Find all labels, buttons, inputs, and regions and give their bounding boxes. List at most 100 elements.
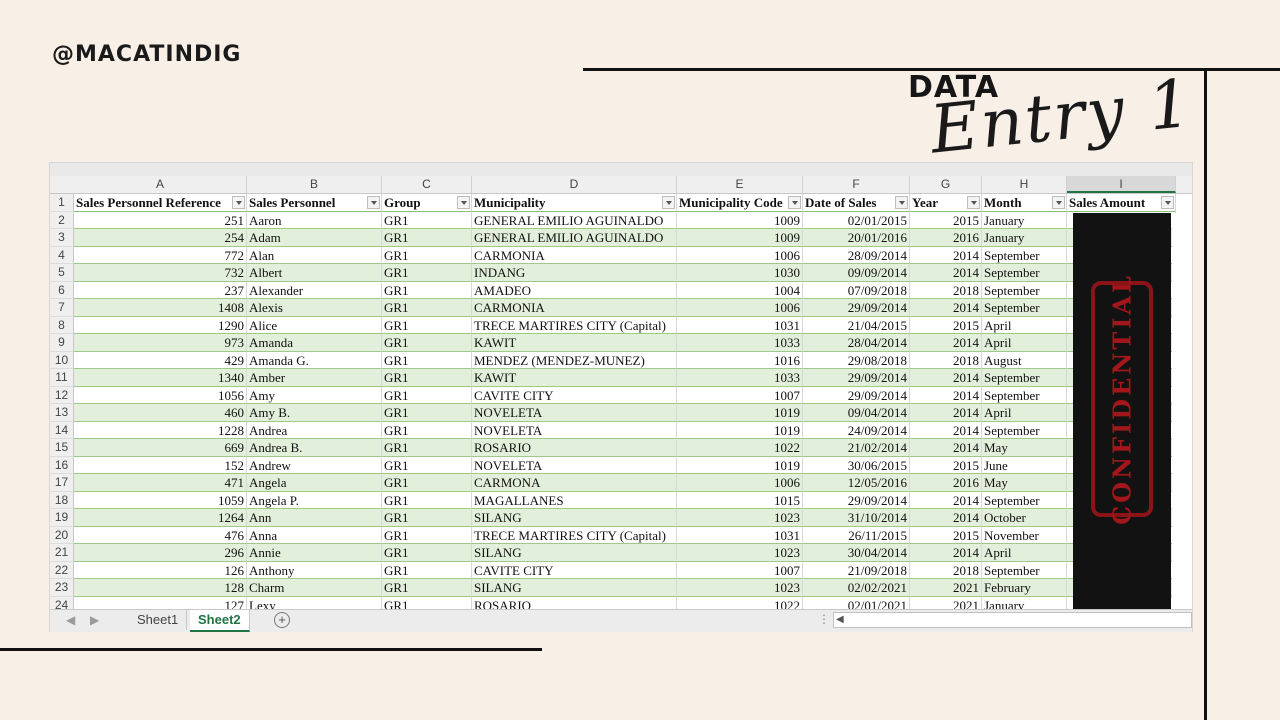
row-number[interactable]: 9 (50, 334, 74, 352)
column-header-h[interactable]: H (982, 176, 1067, 193)
table-cell[interactable]: 1023 (677, 509, 803, 527)
header-cell[interactable]: Group (382, 194, 472, 212)
table-cell[interactable]: 21/02/2014 (803, 439, 910, 457)
table-cell[interactable]: 20/01/2016 (803, 229, 910, 247)
table-cell[interactable]: GR1 (382, 526, 472, 544)
table-cell[interactable]: 26/11/2015 (803, 526, 910, 544)
header-cell[interactable]: Municipality Code (677, 194, 803, 212)
table-cell[interactable]: 1264 (74, 509, 247, 527)
table-cell[interactable]: CARMONA (472, 474, 677, 492)
table-cell[interactable]: Amy (247, 386, 382, 404)
table-cell[interactable]: 29/09/2014 (803, 491, 910, 509)
header-cell[interactable]: Sales Amount (1067, 194, 1176, 212)
table-cell[interactable]: 2014 (910, 509, 982, 527)
table-cell[interactable]: 1228 (74, 421, 247, 439)
table-cell[interactable]: GR1 (382, 229, 472, 247)
filter-dropdown-icon[interactable] (367, 196, 380, 209)
table-cell[interactable]: 1004 (677, 281, 803, 299)
row-number[interactable]: 2 (50, 211, 74, 229)
table-cell[interactable]: 1007 (677, 561, 803, 579)
table-cell[interactable]: 2014 (910, 386, 982, 404)
table-cell[interactable]: MENDEZ (MENDEZ-MUNEZ) (472, 351, 677, 369)
table-cell[interactable]: 476 (74, 526, 247, 544)
table-cell[interactable]: August (982, 351, 1067, 369)
row-number[interactable]: 22 (50, 561, 74, 579)
table-cell[interactable]: 2015 (910, 526, 982, 544)
row-number[interactable]: 14 (50, 421, 74, 439)
filter-dropdown-icon[interactable] (967, 196, 980, 209)
column-header-d[interactable]: D (472, 176, 677, 193)
table-cell[interactable]: 2014 (910, 544, 982, 562)
table-cell[interactable]: Alexander (247, 281, 382, 299)
filter-dropdown-icon[interactable] (788, 196, 801, 209)
table-cell[interactable]: 2016 (910, 474, 982, 492)
row-number[interactable]: 18 (50, 491, 74, 509)
table-cell[interactable]: 772 (74, 246, 247, 264)
row-number[interactable]: 21 (50, 544, 74, 562)
header-cell[interactable]: Year (910, 194, 982, 212)
scroll-split-handle[interactable]: ⋮ (818, 612, 830, 626)
table-cell[interactable]: ROSARIO (472, 439, 677, 457)
table-cell[interactable]: Adam (247, 229, 382, 247)
table-cell[interactable]: 1033 (677, 334, 803, 352)
table-cell[interactable]: 31/10/2014 (803, 509, 910, 527)
table-cell[interactable]: GR1 (382, 509, 472, 527)
table-cell[interactable]: 2014 (910, 491, 982, 509)
table-cell[interactable]: GENERAL EMILIO AGUINALDO (472, 211, 677, 229)
table-cell[interactable]: 30/06/2015 (803, 456, 910, 474)
table-cell[interactable]: INDANG (472, 264, 677, 282)
row-number[interactable]: 20 (50, 526, 74, 544)
table-cell[interactable]: GR1 (382, 299, 472, 317)
table-cell[interactable]: 30/04/2014 (803, 544, 910, 562)
filter-dropdown-icon[interactable] (662, 196, 675, 209)
table-cell[interactable]: CAVITE CITY (472, 386, 677, 404)
filter-dropdown-icon[interactable] (1161, 196, 1174, 209)
tab-sheet1[interactable]: Sheet1 (129, 610, 188, 630)
table-cell[interactable]: SILANG (472, 509, 677, 527)
table-cell[interactable]: 152 (74, 456, 247, 474)
table-cell[interactable]: Andrew (247, 456, 382, 474)
table-cell[interactable]: 126 (74, 561, 247, 579)
table-cell[interactable]: April (982, 544, 1067, 562)
table-cell[interactable]: 1015 (677, 491, 803, 509)
table-cell[interactable]: Alexis (247, 299, 382, 317)
table-cell[interactable]: April (982, 316, 1067, 334)
table-cell[interactable]: 732 (74, 264, 247, 282)
table-cell[interactable]: KAWIT (472, 369, 677, 387)
row-number[interactable]: 12 (50, 386, 74, 404)
table-cell[interactable]: June (982, 456, 1067, 474)
table-cell[interactable]: 128 (74, 579, 247, 597)
add-sheet-icon[interactable]: + (274, 612, 290, 628)
row-number[interactable]: 4 (50, 246, 74, 264)
table-cell[interactable]: October (982, 509, 1067, 527)
table-cell[interactable]: 02/01/2015 (803, 211, 910, 229)
table-cell[interactable]: CARMONIA (472, 299, 677, 317)
table-cell[interactable]: February (982, 579, 1067, 597)
table-cell[interactable]: September (982, 281, 1067, 299)
table-cell[interactable]: November (982, 526, 1067, 544)
table-cell[interactable]: September (982, 299, 1067, 317)
table-cell[interactable]: 2015 (910, 316, 982, 334)
table-cell[interactable]: May (982, 439, 1067, 457)
table-cell[interactable]: 28/04/2014 (803, 334, 910, 352)
table-cell[interactable]: CARMONIA (472, 246, 677, 264)
table-cell[interactable]: 29/09/2014 (803, 299, 910, 317)
filter-dropdown-icon[interactable] (232, 196, 245, 209)
table-cell[interactable]: 1031 (677, 316, 803, 334)
table-cell[interactable]: 1007 (677, 386, 803, 404)
table-cell[interactable]: MAGALLANES (472, 491, 677, 509)
table-cell[interactable]: 460 (74, 404, 247, 422)
table-cell[interactable]: 09/09/2014 (803, 264, 910, 282)
tab-next-icon[interactable]: ▶ (90, 613, 99, 627)
column-header-e[interactable]: E (677, 176, 803, 193)
table-cell[interactable]: TRECE MARTIRES CITY (Capital) (472, 526, 677, 544)
table-cell[interactable]: 2018 (910, 281, 982, 299)
table-cell[interactable]: GR1 (382, 334, 472, 352)
table-cell[interactable]: 1033 (677, 369, 803, 387)
row-number[interactable]: 1 (50, 194, 74, 212)
table-cell[interactable]: 237 (74, 281, 247, 299)
table-cell[interactable]: Angela P. (247, 491, 382, 509)
table-cell[interactable]: Annie (247, 544, 382, 562)
table-cell[interactable]: 1006 (677, 299, 803, 317)
table-cell[interactable]: 12/05/2016 (803, 474, 910, 492)
